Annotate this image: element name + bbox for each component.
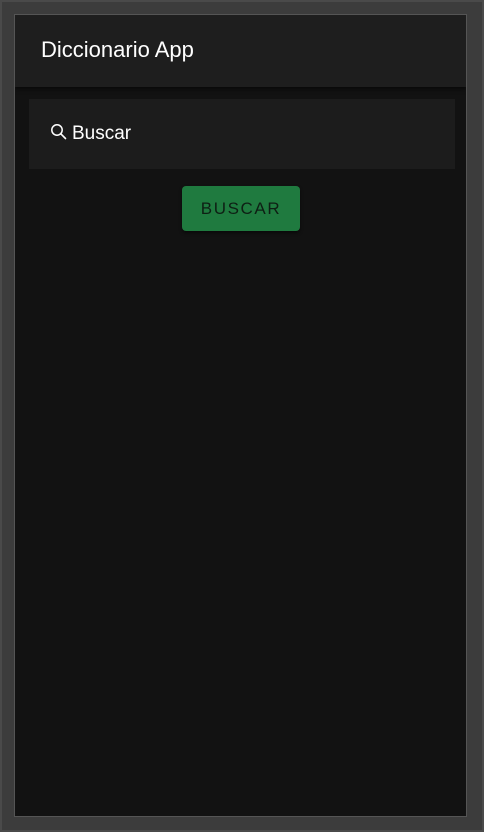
- app-screen: Diccionario App BUSCAR: [14, 14, 467, 817]
- app-bar: Diccionario App: [15, 15, 466, 87]
- search-input[interactable]: [72, 123, 412, 145]
- app-title: Diccionario App: [41, 37, 194, 62]
- search-field[interactable]: [29, 99, 455, 169]
- search-icon: [50, 123, 68, 141]
- search-button[interactable]: BUSCAR: [182, 186, 300, 231]
- device-frame: Diccionario App BUSCAR: [0, 0, 484, 832]
